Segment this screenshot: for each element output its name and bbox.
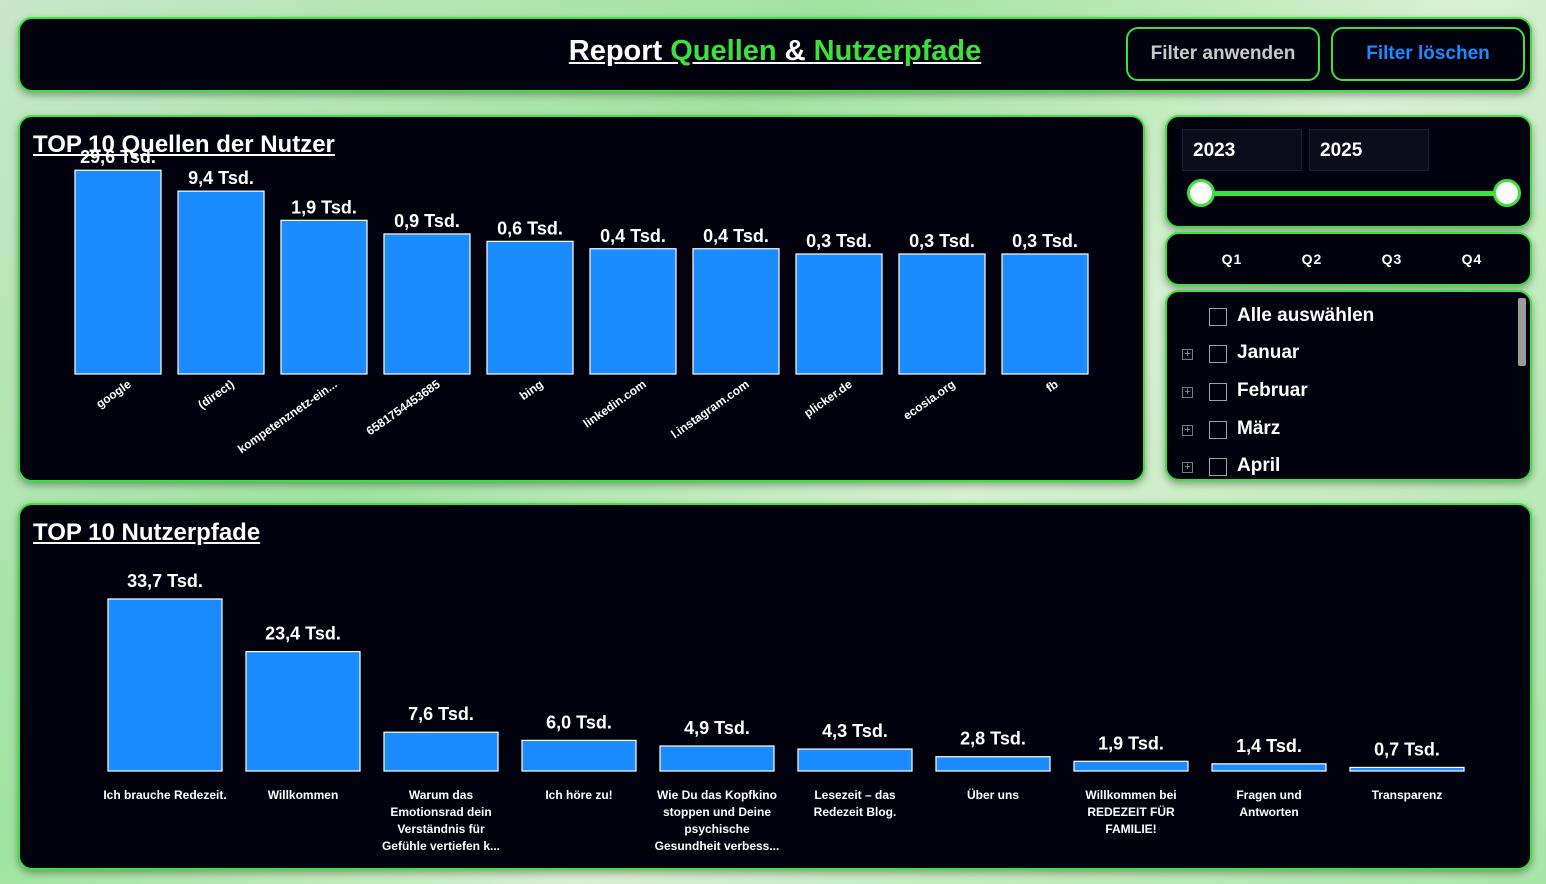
category-label: Willkommen xyxy=(268,788,339,802)
clear-filter-button[interactable]: Filter löschen xyxy=(1331,27,1525,81)
data-label: 0,7 Tsd. xyxy=(1374,739,1440,759)
bar-path-6[interactable] xyxy=(935,756,1051,772)
month-label: April xyxy=(1237,455,1281,476)
quarter-q1-button[interactable]: Q1 xyxy=(1202,251,1262,267)
month-item-maerz[interactable]: + März xyxy=(1167,418,1507,448)
quarter-q4-button[interactable]: Q4 xyxy=(1442,251,1502,267)
header-bar: Report Quellen & Nutzerpfade Filter anwe… xyxy=(18,17,1532,92)
data-label: 1,4 Tsd. xyxy=(1236,736,1302,756)
category-label: Lesezeit – das Redezeit Blog. xyxy=(814,788,897,819)
data-label: 0,4 Tsd. xyxy=(600,226,666,246)
sources-chart-panel: TOP 10 Quellen der Nutzer 29,6 Tsd. googl… xyxy=(18,115,1145,482)
data-label: 23,4 Tsd. xyxy=(265,624,341,644)
quarter-q3-button[interactable]: Q3 xyxy=(1362,251,1422,267)
month-item-januar[interactable]: + Januar xyxy=(1167,342,1507,372)
expand-icon[interactable]: + xyxy=(1182,349,1193,360)
category-label: Ich höre zu! xyxy=(545,788,612,802)
month-checkbox[interactable] xyxy=(1209,383,1227,401)
month-checkbox[interactable] xyxy=(1209,421,1227,439)
data-label: 7,6 Tsd. xyxy=(408,704,474,724)
quarter-slicer: Q1 Q2 Q3 Q4 xyxy=(1165,232,1532,286)
bar-source-9[interactable] xyxy=(1001,253,1089,375)
month-slicer: Alle auswählen + Januar + Februar + März… xyxy=(1165,290,1532,481)
category-label: Über uns xyxy=(967,787,1019,802)
data-label: 1,9 Tsd. xyxy=(291,197,357,217)
data-label: 4,9 Tsd. xyxy=(684,718,750,738)
category-label: Warum das Emotionsrad dein Verständnis für… xyxy=(382,788,500,853)
bar-source-5[interactable] xyxy=(589,248,677,375)
bar-path-1[interactable] xyxy=(245,650,361,772)
category-label: 6581754453685 xyxy=(364,377,443,438)
month-item-februar[interactable]: + Februar xyxy=(1167,380,1507,410)
data-label: 0,6 Tsd. xyxy=(497,218,563,238)
bar-path-4[interactable] xyxy=(659,745,775,772)
category-label: Willkommen bei REDEZEIT FÜR FAMILIE! xyxy=(1085,788,1176,836)
year-slider-track[interactable] xyxy=(1201,191,1507,196)
bar-path-3[interactable] xyxy=(521,739,637,772)
bar-source-1[interactable] xyxy=(177,190,265,375)
expand-icon[interactable]: + xyxy=(1182,425,1193,436)
bar-source-6[interactable] xyxy=(692,248,780,375)
expand-icon[interactable]: + xyxy=(1182,462,1193,473)
data-label: 0,3 Tsd. xyxy=(909,231,975,251)
apply-filter-button[interactable]: Filter anwenden xyxy=(1126,27,1320,81)
month-checkbox[interactable] xyxy=(1209,345,1227,363)
category-label: plicker.de xyxy=(801,377,855,420)
year-slider-end-handle[interactable] xyxy=(1493,179,1521,207)
expand-icon[interactable]: + xyxy=(1182,387,1193,398)
category-label: l.instagram.com xyxy=(668,377,751,441)
month-label: März xyxy=(1237,418,1281,439)
bar-path-0[interactable] xyxy=(107,598,223,772)
bar-source-8[interactable] xyxy=(898,253,986,375)
bar-path-5[interactable] xyxy=(797,748,913,772)
data-label: 2,8 Tsd. xyxy=(960,729,1026,749)
category-label: Ich brauche Redezeit. xyxy=(103,788,226,802)
data-label: 6,0 Tsd. xyxy=(546,712,612,732)
bar-source-3[interactable] xyxy=(383,233,471,375)
category-label: Fragen und Antworten xyxy=(1236,788,1301,819)
month-checkbox[interactable] xyxy=(1209,458,1227,476)
month-item-april[interactable]: + April xyxy=(1167,455,1507,479)
data-label: 1,9 Tsd. xyxy=(1098,733,1164,753)
bar-source-4[interactable] xyxy=(486,240,574,375)
sources-chart: 29,6 Tsd. google 9,4 Tsd. (direct) 1,9 Tsd. k… xyxy=(74,147,1089,456)
paths-chart: 33,7 Tsd. Ich brauche Redezeit. 23,4 Tsd. W… xyxy=(103,571,1465,853)
category-label: bing xyxy=(517,377,546,403)
bar-path-2[interactable] xyxy=(383,731,499,772)
data-label: 0,9 Tsd. xyxy=(394,211,460,231)
bar-source-0[interactable] xyxy=(74,169,162,375)
data-label: 0,4 Tsd. xyxy=(703,226,769,246)
data-label: 33,7 Tsd. xyxy=(127,571,203,591)
paths-chart-panel: TOP 10 Nutzerpfade 33,7 Tsd. Ich brauche … xyxy=(18,503,1532,870)
category-label: kompetenznetz-ein... xyxy=(235,377,340,456)
category-label: Transparenz xyxy=(1372,788,1443,802)
year-slider-start-handle[interactable] xyxy=(1187,179,1215,207)
bar-path-9[interactable] xyxy=(1349,766,1465,772)
data-label: 0,3 Tsd. xyxy=(806,231,872,251)
select-all-label: Alle auswählen xyxy=(1237,305,1375,326)
bar-path-7[interactable] xyxy=(1073,760,1189,772)
category-label: ecosia.org xyxy=(901,377,958,423)
month-select-all[interactable]: Alle auswählen xyxy=(1167,305,1507,335)
bar-path-8[interactable] xyxy=(1211,763,1327,772)
data-label: 4,3 Tsd. xyxy=(822,721,888,741)
data-label: 29,6 Tsd. xyxy=(80,147,156,167)
data-label: 0,3 Tsd. xyxy=(1012,231,1078,251)
month-scrollbar[interactable] xyxy=(1518,298,1526,366)
year-range-slicer: 2023 2025 xyxy=(1165,115,1532,228)
year-from-input[interactable]: 2023 xyxy=(1182,129,1302,171)
bar-source-2[interactable] xyxy=(280,219,368,375)
month-label: Januar xyxy=(1237,342,1300,363)
select-all-checkbox[interactable] xyxy=(1209,308,1227,326)
year-to-input[interactable]: 2025 xyxy=(1309,129,1429,171)
month-label: Februar xyxy=(1237,380,1308,401)
bar-source-7[interactable] xyxy=(795,253,883,375)
data-label: 9,4 Tsd. xyxy=(188,168,254,188)
quarter-q2-button[interactable]: Q2 xyxy=(1282,251,1342,267)
category-label: Wie Du das Kopfkino stoppen und Deine psyc… xyxy=(655,788,780,853)
category-label: linkedin.com xyxy=(581,377,649,431)
category-label: google xyxy=(93,377,134,411)
category-label: (direct) xyxy=(195,377,236,412)
category-label: fb xyxy=(1043,377,1060,395)
